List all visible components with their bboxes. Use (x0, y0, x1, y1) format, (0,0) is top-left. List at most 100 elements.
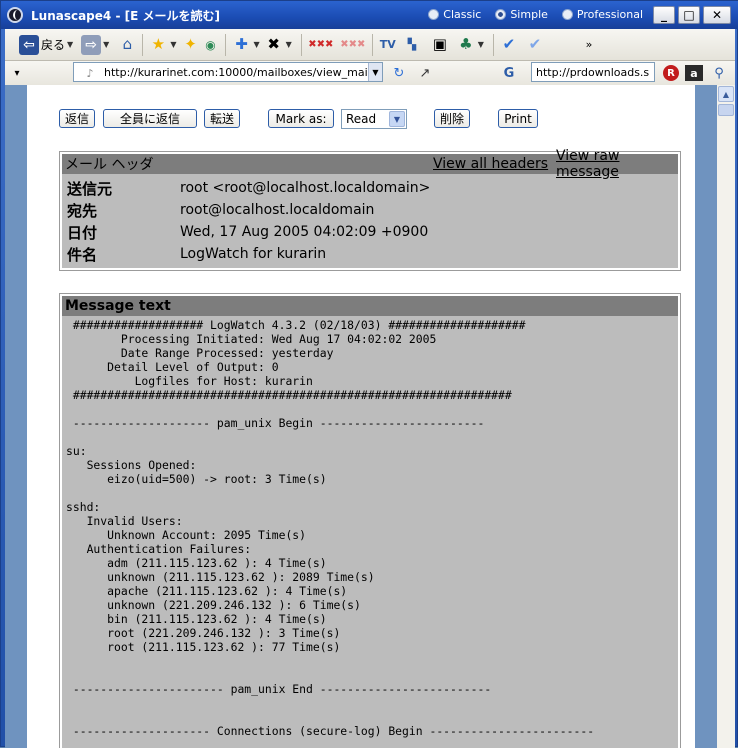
print-button[interactable]: Print (498, 109, 538, 128)
mail-header-fields: 送信元 root <root@localhost.localdomain> 宛先… (62, 174, 678, 268)
select-value: Read (346, 112, 377, 126)
maximize-button[interactable]: □ (678, 6, 700, 24)
header-value: Wed, 17 Aug 2005 04:02:09 +0900 (180, 224, 429, 240)
chevron-down-icon[interactable]: ▼ (253, 40, 259, 49)
header-label: 宛先 (67, 201, 98, 220)
message-text-title: Message text (62, 296, 678, 316)
mouse-gesture-icon[interactable]: ↗ (415, 63, 435, 83)
url-input[interactable]: http://kurarinet.com:10000/mailboxes/vie… (73, 62, 383, 82)
address-bar: ▾ http://kurarinet.com:10000/mailboxes/v… (5, 61, 735, 85)
browser-window: Lunascape4 - [E メールを読む] Classic Simple P… (0, 0, 738, 748)
check-light-icon[interactable]: ✔ (525, 35, 545, 55)
header-label: 日付 (67, 223, 98, 242)
mode-simple[interactable]: Simple (495, 8, 548, 21)
chevron-down-icon[interactable]: ▼ (67, 40, 73, 49)
reload-icon[interactable]: ↻ (389, 63, 409, 83)
close-all-tabs-icon[interactable]: ✖✖✖ (307, 35, 335, 55)
toolbar-separator (300, 33, 302, 56)
header-value: root <root@localhost.localdomain> (180, 180, 431, 196)
message-actions: 返信 全員に返信 転送 Mark as: Read ▼ 削除 Print (59, 109, 679, 131)
people-icon[interactable]: ♣ (456, 35, 476, 55)
scroll-up-icon[interactable]: ▲ (718, 86, 734, 102)
mode-label: Professional (576, 8, 643, 21)
mode-professional[interactable]: Professional (561, 8, 643, 21)
forward-button[interactable]: 転送 (204, 109, 240, 128)
toolbar-separator (225, 33, 227, 56)
forward-arrow-icon: ⇨ (81, 34, 102, 55)
window-title: Lunascape4 - [E メールを読む] (31, 8, 220, 23)
mode-label: Classic (443, 8, 482, 21)
amazon-icon[interactable]: a (685, 65, 703, 81)
check-icon[interactable]: ✔ (499, 35, 519, 55)
refresh-globe-icon[interactable]: ◉ (200, 35, 220, 55)
window-controls: _ □ ✕ (653, 6, 731, 24)
toolbar-overflow-icon[interactable]: » (579, 35, 599, 55)
chevron-down-icon[interactable]: ▼ (286, 40, 292, 49)
search-icon[interactable]: ⚲ (709, 63, 729, 83)
header-value: LogWatch for kurarin (180, 246, 327, 262)
close-button[interactable]: ✕ (703, 6, 731, 24)
header-row-to: 宛先 root@localhost.localdomain (62, 199, 678, 221)
url-text: http://kurarinet.com:10000/mailboxes/vie… (104, 65, 383, 79)
close-other-tabs-icon[interactable]: ✖✖✖ (339, 35, 367, 55)
toolbar-separator (142, 33, 144, 56)
view-raw-message-link[interactable]: View raw message (556, 148, 678, 180)
vertical-scrollbar[interactable]: ▲ (717, 85, 735, 748)
tile-windows-icon[interactable]: ▚ (402, 35, 422, 55)
header-row-date: 日付 Wed, 17 Aug 2005 04:02:09 +0900 (62, 221, 678, 243)
header-label: 送信元 (67, 179, 113, 198)
delete-button[interactable]: 削除 (434, 109, 470, 128)
reply-button[interactable]: 返信 (59, 109, 95, 128)
back-label: 戻る (41, 38, 66, 52)
minimize-button[interactable]: _ (653, 6, 675, 24)
mark-as-button[interactable]: Mark as: (268, 109, 334, 128)
chevron-down-icon[interactable]: ▼ (170, 40, 176, 49)
toolbar-separator (371, 33, 373, 56)
header-row-from: 送信元 root <root@localhost.localdomain> (62, 177, 678, 199)
mode-selector: Classic Simple Professional (428, 8, 643, 21)
view-all-headers-link[interactable]: View all headers (433, 156, 548, 172)
mark-as-select[interactable]: Read ▼ (341, 109, 407, 129)
title-bar[interactable]: Lunascape4 - [E メールを読む] Classic Simple P… (1, 1, 738, 29)
search-input[interactable]: http://prdownloads.s (531, 62, 655, 82)
mail-header-panel: メール ヘッダ View all headers View raw messag… (59, 148, 681, 271)
header-value: root@localhost.localdomain (180, 202, 375, 218)
chevron-down-icon[interactable]: ▼ (389, 111, 405, 127)
reply-all-button[interactable]: 全員に返信 (103, 109, 197, 128)
toolbar-separator (492, 33, 494, 56)
chevron-down-icon[interactable]: ▼ (103, 40, 109, 49)
header-label: 件名 (67, 245, 98, 264)
chevron-down-icon[interactable]: ▼ (368, 63, 382, 81)
forward-button[interactable]: ⇨ ▼ (81, 32, 113, 58)
back-button[interactable]: ⇦ 戻る ▼ (19, 32, 77, 58)
mode-classic[interactable]: Classic (428, 8, 481, 21)
toolbar-overflow-icon[interactable]: ▾ (7, 63, 27, 83)
chevron-down-icon[interactable]: ▼ (478, 40, 484, 49)
message-body: ################### LogWatch 4.3.2 (02/1… (62, 316, 678, 748)
add-favorite-icon[interactable]: ✦ (180, 35, 200, 55)
print-icon[interactable]: ▣ (430, 35, 450, 55)
search-engine-icon[interactable]: G (499, 63, 519, 83)
lunascape-logo-icon (7, 7, 23, 23)
tv-icon[interactable]: TV (378, 35, 398, 55)
home-icon[interactable]: ⌂ (117, 35, 137, 55)
radio-icon (428, 9, 440, 20)
rakuten-icon[interactable]: R (663, 65, 679, 81)
main-toolbar: ⇦ 戻る ▼ ⇨ ▼ ⌂ ★ ▼ ✦ ◉ ✚ ▼ ✖ ▼ ✖✖✖ ✖✖✖ TV … (5, 29, 735, 61)
mode-label: Simple (510, 8, 548, 21)
favorites-star-icon[interactable]: ★ (148, 35, 168, 55)
close-tab-icon[interactable]: ✖ (264, 35, 284, 55)
mail-header-title-bar: メール ヘッダ View all headers View raw messag… (62, 148, 678, 180)
back-arrow-icon: ⇦ (19, 34, 39, 55)
mail-header-title: メール ヘッダ (65, 157, 154, 173)
radio-selected-icon (495, 9, 507, 20)
message-text-panel: Message text ################### LogWatc… (59, 293, 681, 748)
search-text: http://prdownloads.s (536, 65, 650, 79)
webmail-page: 返信 全員に返信 転送 Mark as: Read ▼ 削除 Print メール… (27, 85, 695, 748)
scroll-thumb[interactable] (718, 104, 734, 116)
radio-icon (561, 9, 573, 20)
page-viewport: 返信 全員に返信 転送 Mark as: Read ▼ 削除 Print メール… (5, 85, 717, 748)
page-icon: ♪ (86, 66, 94, 80)
header-row-subject: 件名 LogWatch for kurarin (62, 243, 678, 265)
new-tab-plus-icon[interactable]: ✚ (231, 35, 251, 55)
